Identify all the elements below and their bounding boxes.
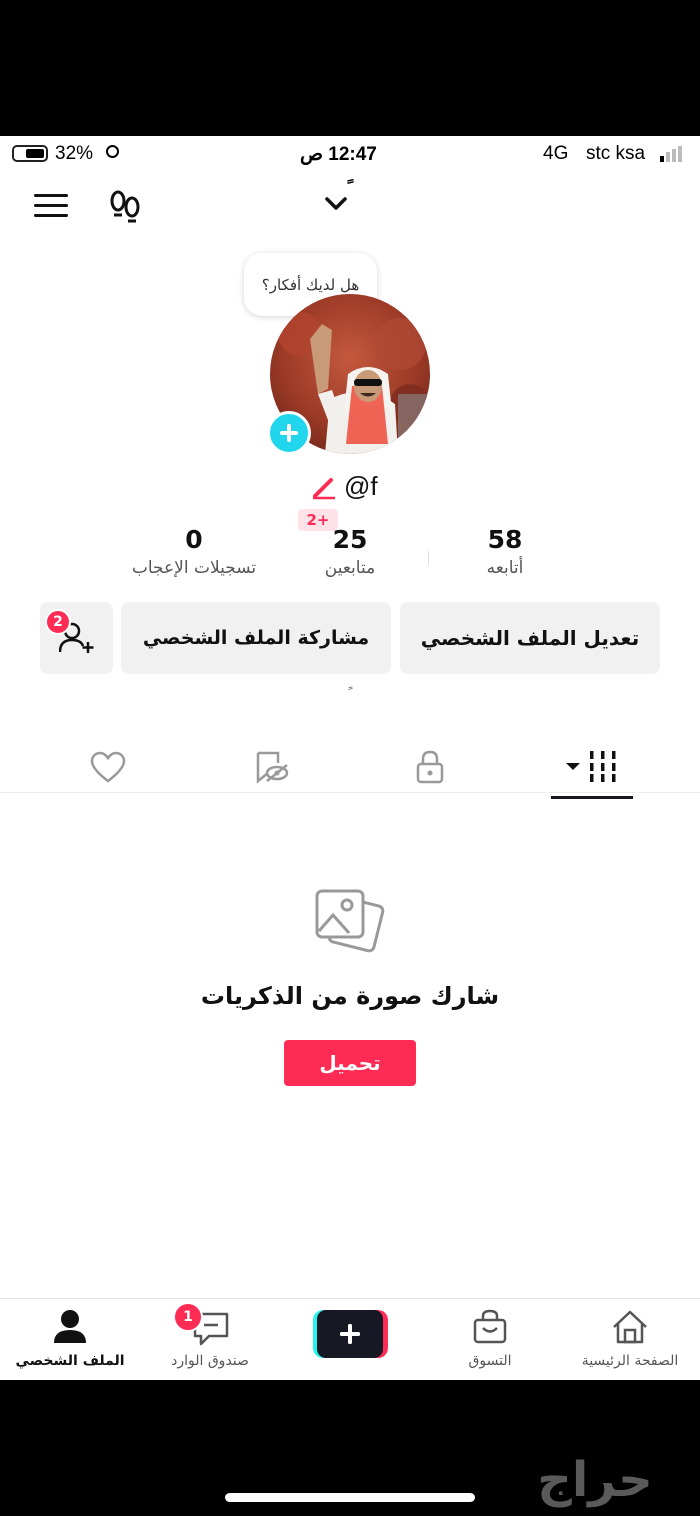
- thought-bubble-text: هل لديك أفكار؟: [261, 275, 360, 294]
- watermark: حراج: [537, 1452, 653, 1508]
- nav-profile[interactable]: الملف الشخصي: [10, 1305, 130, 1377]
- plus-icon: [340, 1324, 360, 1344]
- nav-shop-label: التسوق: [468, 1353, 512, 1369]
- clock: 12:47 ص: [300, 144, 377, 165]
- menu-icon[interactable]: [34, 193, 68, 219]
- bottom-nav-divider: [0, 1298, 700, 1299]
- active-tab-indicator: [551, 796, 633, 799]
- upload-button[interactable]: تحميل: [284, 1040, 416, 1086]
- nav-inbox[interactable]: صندوق الوارد: [155, 1305, 265, 1377]
- tabs-divider: [0, 792, 700, 793]
- nav-profile-label: الملف الشخصي: [15, 1353, 125, 1369]
- profile-person-icon: [54, 1310, 86, 1343]
- shopping-bag-icon: [473, 1309, 507, 1344]
- battery-icon: [12, 145, 48, 162]
- following-stat[interactable]: 58 أتابعه: [445, 525, 565, 578]
- share-profile-button[interactable]: مشاركة الملف الشخصي: [121, 602, 391, 674]
- battery-percent: 32%: [55, 143, 94, 164]
- nav-home-label: الصفحة الرئيسية: [581, 1353, 679, 1369]
- edit-pencil-icon[interactable]: [311, 474, 337, 500]
- photo-gallery-icon: [315, 889, 385, 953]
- likes-count: 0: [185, 525, 203, 554]
- followers-count: 25: [332, 525, 368, 554]
- home-indicator[interactable]: [225, 1493, 475, 1502]
- footprints-icon[interactable]: [108, 189, 144, 223]
- network-type: 4G: [543, 143, 569, 164]
- inbox-badge: 1: [173, 1302, 203, 1332]
- nav-inbox-label: صندوق الوارد: [171, 1353, 249, 1369]
- tab-favorites-icon[interactable]: [254, 749, 290, 785]
- followers-label: متابعين: [324, 558, 376, 578]
- home-icon: [613, 1310, 647, 1344]
- stat-divider: [428, 551, 429, 565]
- add-friends-badge: 2: [45, 609, 71, 635]
- followers-stat[interactable]: 25 متابعين: [290, 525, 410, 578]
- carrier-name: stc ksa: [586, 143, 646, 164]
- tab-liked-heart-icon[interactable]: [90, 751, 126, 783]
- nav-home[interactable]: الصفحة الرئيسية: [560, 1305, 700, 1377]
- following-count: 58: [487, 525, 523, 554]
- following-label: أتابعه: [486, 558, 524, 578]
- tab-videos-grid-icon[interactable]: [564, 749, 620, 783]
- chevron-down-icon[interactable]: [325, 196, 347, 212]
- edit-profile-button[interactable]: تعديل الملف الشخصي: [400, 602, 660, 674]
- likes-stat[interactable]: 0 تسجيلات الإعجاب: [114, 525, 274, 578]
- plus-icon: [280, 424, 298, 442]
- empty-state-message: شارك صورة من الذكريات: [200, 982, 500, 1010]
- nav-shop[interactable]: التسوق: [440, 1305, 540, 1377]
- signal-icon: [660, 146, 682, 162]
- orientation-lock-icon: [106, 145, 119, 158]
- tab-private-lock-icon[interactable]: [415, 749, 445, 785]
- likes-label: تسجيلات الإعجاب: [131, 558, 257, 578]
- username: @f: [344, 471, 378, 501]
- status-bar: 32% 12:47 ص 4G stc ksa: [0, 136, 700, 172]
- add-avatar-button[interactable]: [267, 411, 311, 455]
- create-button[interactable]: [313, 1310, 388, 1360]
